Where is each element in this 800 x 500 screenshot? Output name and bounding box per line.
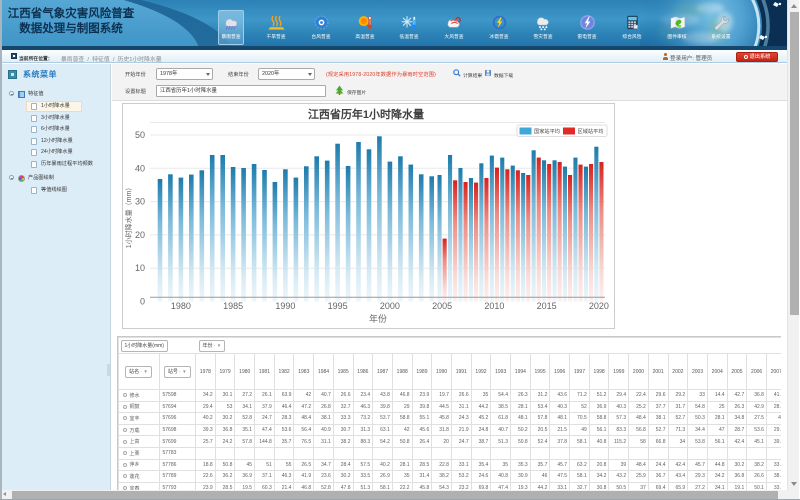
svg-text:40: 40 [135,163,145,173]
svg-text:1小时降水量（mm）: 1小时降水量（mm） [124,184,133,249]
svg-text:区域站平均: 区域站平均 [578,127,604,135]
svg-text:年份: 年份 [369,313,387,324]
svg-text:2005: 2005 [432,301,452,311]
svg-text:2020: 2020 [589,301,609,311]
svg-text:30: 30 [135,197,145,207]
svg-text:1985: 1985 [223,301,243,311]
svg-text:1990: 1990 [275,301,295,311]
svg-text:10: 10 [135,263,145,273]
svg-text:1980: 1980 [171,301,191,311]
svg-text:1995: 1995 [328,301,348,311]
svg-text:0: 0 [140,297,145,307]
svg-text:国家站平均: 国家站平均 [534,127,560,135]
svg-text:2000: 2000 [380,301,400,311]
svg-text:50: 50 [135,130,145,140]
svg-text:20: 20 [135,230,145,240]
svg-text:2015: 2015 [537,301,557,311]
svg-text:2010: 2010 [484,301,504,311]
svg-text:江西省历年1小时降水量: 江西省历年1小时降水量 [308,107,424,121]
